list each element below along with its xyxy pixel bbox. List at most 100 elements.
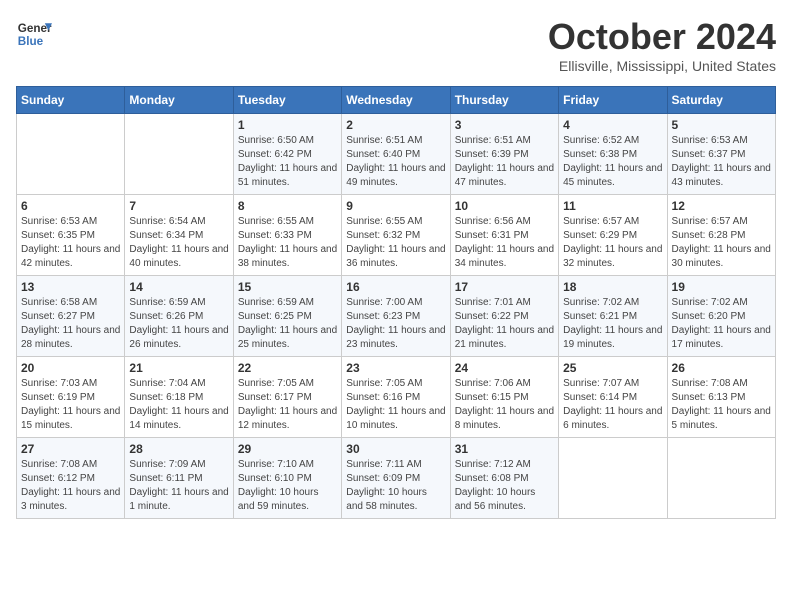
day-info: Sunrise: 7:05 AMSunset: 6:17 PMDaylight:… (238, 377, 337, 433)
day-number: 6 (21, 199, 120, 213)
calendar-cell: 1 Sunrise: 6:50 AMSunset: 6:42 PMDaylight… (233, 114, 341, 195)
day-number: 5 (672, 118, 771, 132)
calendar-cell: 2 Sunrise: 6:51 AMSunset: 6:40 PMDaylight… (342, 114, 450, 195)
day-number: 7 (129, 199, 228, 213)
day-number: 18 (563, 280, 662, 294)
day-info: Sunrise: 6:55 AMSunset: 6:33 PMDaylight:… (238, 215, 337, 271)
calendar-cell: 19 Sunrise: 7:02 AMSunset: 6:20 PMDayligh… (667, 276, 775, 357)
calendar-cell: 15 Sunrise: 6:59 AMSunset: 6:25 PMDayligh… (233, 276, 341, 357)
day-of-week-header: Friday (559, 87, 667, 114)
day-info: Sunrise: 6:52 AMSunset: 6:38 PMDaylight:… (563, 134, 662, 190)
day-info: Sunrise: 7:07 AMSunset: 6:14 PMDaylight:… (563, 377, 662, 433)
calendar-cell: 24 Sunrise: 7:06 AMSunset: 6:15 PMDayligh… (450, 357, 558, 438)
day-number: 13 (21, 280, 120, 294)
day-info: Sunrise: 6:55 AMSunset: 6:32 PMDaylight:… (346, 215, 445, 271)
title-block: October 2024 Ellisville, Mississippi, Un… (548, 16, 776, 74)
calendar-cell: 31 Sunrise: 7:12 AMSunset: 6:08 PMDayligh… (450, 438, 558, 519)
day-info: Sunrise: 6:58 AMSunset: 6:27 PMDaylight:… (21, 296, 120, 352)
day-number: 12 (672, 199, 771, 213)
day-number: 15 (238, 280, 337, 294)
day-number: 2 (346, 118, 445, 132)
calendar-cell: 9Sunrise: 6:55 AMSunset: 6:32 PMDaylight… (342, 195, 450, 276)
calendar-cell (17, 114, 125, 195)
calendar-cell: 26 Sunrise: 7:08 AMSunset: 6:13 PMDayligh… (667, 357, 775, 438)
calendar-cell: 6Sunrise: 6:53 AMSunset: 6:35 PMDaylight… (17, 195, 125, 276)
calendar-cell: 16 Sunrise: 7:00 AMSunset: 6:23 PMDayligh… (342, 276, 450, 357)
day-info: Sunrise: 7:02 AMSunset: 6:21 PMDaylight:… (563, 296, 662, 352)
day-number: 21 (129, 361, 228, 375)
calendar-cell: 12 Sunrise: 6:57 AMSunset: 6:28 PMDayligh… (667, 195, 775, 276)
day-number: 26 (672, 361, 771, 375)
day-info: Sunrise: 7:04 AMSunset: 6:18 PMDaylight:… (129, 377, 228, 433)
day-info: Sunrise: 6:57 AMSunset: 6:29 PMDaylight:… (563, 215, 662, 271)
day-number: 8 (238, 199, 337, 213)
day-of-week-header: Wednesday (342, 87, 450, 114)
calendar-cell: 27 Sunrise: 7:08 AMSunset: 6:12 PMDayligh… (17, 438, 125, 519)
day-number: 4 (563, 118, 662, 132)
day-number: 27 (21, 442, 120, 456)
month-title: October 2024 (548, 16, 776, 58)
day-info: Sunrise: 7:08 AMSunset: 6:13 PMDaylight:… (672, 377, 771, 433)
day-number: 31 (455, 442, 554, 456)
day-info: Sunrise: 7:00 AMSunset: 6:23 PMDaylight:… (346, 296, 445, 352)
calendar-cell: 8 Sunrise: 6:55 AMSunset: 6:33 PMDaylight… (233, 195, 341, 276)
day-info: Sunrise: 6:59 AMSunset: 6:25 PMDaylight:… (238, 296, 337, 352)
day-info: Sunrise: 6:51 AMSunset: 6:40 PMDaylight:… (346, 134, 445, 190)
day-number: 1 (238, 118, 337, 132)
day-info: Sunrise: 6:59 AMSunset: 6:26 PMDaylight:… (129, 296, 228, 352)
calendar-cell: 23 Sunrise: 7:05 AMSunset: 6:16 PMDayligh… (342, 357, 450, 438)
calendar-cell: 11 Sunrise: 6:57 AMSunset: 6:29 PMDayligh… (559, 195, 667, 276)
calendar-cell: 25 Sunrise: 7:07 AMSunset: 6:14 PMDayligh… (559, 357, 667, 438)
day-number: 28 (129, 442, 228, 456)
day-number: 29 (238, 442, 337, 456)
day-number: 23 (346, 361, 445, 375)
day-info: Sunrise: 7:10 AMSunset: 6:10 PMDaylight:… (238, 458, 337, 514)
day-info: Sunrise: 6:56 AMSunset: 6:31 PMDaylight:… (455, 215, 554, 271)
day-info: Sunrise: 7:06 AMSunset: 6:15 PMDaylight:… (455, 377, 554, 433)
day-info: Sunrise: 7:08 AMSunset: 6:12 PMDaylight:… (21, 458, 120, 514)
calendar-cell (559, 438, 667, 519)
day-info: Sunrise: 7:12 AMSunset: 6:08 PMDaylight:… (455, 458, 554, 514)
day-of-week-header: Tuesday (233, 87, 341, 114)
day-number: 3 (455, 118, 554, 132)
calendar-table: SundayMondayTuesdayWednesdayThursdayFrid… (16, 86, 776, 519)
calendar-cell: 4 Sunrise: 6:52 AMSunset: 6:38 PMDaylight… (559, 114, 667, 195)
calendar-cell: 29 Sunrise: 7:10 AMSunset: 6:10 PMDayligh… (233, 438, 341, 519)
calendar-cell: 30Sunrise: 7:11 AMSunset: 6:09 PMDayligh… (342, 438, 450, 519)
calendar-cell: 20Sunrise: 7:03 AMSunset: 6:19 PMDayligh… (17, 357, 125, 438)
day-number: 25 (563, 361, 662, 375)
calendar-cell: 18 Sunrise: 7:02 AMSunset: 6:21 PMDayligh… (559, 276, 667, 357)
day-number: 16 (346, 280, 445, 294)
day-info: Sunrise: 6:50 AMSunset: 6:42 PMDaylight:… (238, 134, 337, 190)
svg-text:Blue: Blue (18, 35, 44, 48)
calendar-cell: 21 Sunrise: 7:04 AMSunset: 6:18 PMDayligh… (125, 357, 233, 438)
calendar-cell (125, 114, 233, 195)
calendar-cell: 22 Sunrise: 7:05 AMSunset: 6:17 PMDayligh… (233, 357, 341, 438)
day-info: Sunrise: 6:53 AMSunset: 6:37 PMDaylight:… (672, 134, 771, 190)
calendar-cell: 3Sunrise: 6:51 AMSunset: 6:39 PMDaylight… (450, 114, 558, 195)
day-number: 30 (346, 442, 445, 456)
day-info: Sunrise: 6:57 AMSunset: 6:28 PMDaylight:… (672, 215, 771, 271)
day-info: Sunrise: 7:03 AMSunset: 6:19 PMDaylight:… (21, 377, 120, 433)
day-number: 11 (563, 199, 662, 213)
day-info: Sunrise: 7:02 AMSunset: 6:20 PMDaylight:… (672, 296, 771, 352)
day-info: Sunrise: 6:54 AMSunset: 6:34 PMDaylight:… (129, 215, 228, 271)
calendar-cell: 5 Sunrise: 6:53 AMSunset: 6:37 PMDaylight… (667, 114, 775, 195)
calendar-cell: 28 Sunrise: 7:09 AMSunset: 6:11 PMDayligh… (125, 438, 233, 519)
day-of-week-header: Thursday (450, 87, 558, 114)
calendar-cell: 13 Sunrise: 6:58 AMSunset: 6:27 PMDayligh… (17, 276, 125, 357)
day-info: Sunrise: 7:05 AMSunset: 6:16 PMDaylight:… (346, 377, 445, 433)
calendar-cell: 17 Sunrise: 7:01 AMSunset: 6:22 PMDayligh… (450, 276, 558, 357)
calendar-cell (667, 438, 775, 519)
day-number: 17 (455, 280, 554, 294)
day-number: 24 (455, 361, 554, 375)
page-header: General Blue October 2024 Ellisville, Mi… (16, 16, 776, 74)
calendar-cell: 10Sunrise: 6:56 AMSunset: 6:31 PMDayligh… (450, 195, 558, 276)
day-info: Sunrise: 7:09 AMSunset: 6:11 PMDaylight:… (129, 458, 228, 514)
calendar-cell: 7 Sunrise: 6:54 AMSunset: 6:34 PMDaylight… (125, 195, 233, 276)
day-number: 19 (672, 280, 771, 294)
calendar-cell: 14Sunrise: 6:59 AMSunset: 6:26 PMDayligh… (125, 276, 233, 357)
day-number: 22 (238, 361, 337, 375)
day-of-week-header: Saturday (667, 87, 775, 114)
day-info: Sunrise: 7:01 AMSunset: 6:22 PMDaylight:… (455, 296, 554, 352)
